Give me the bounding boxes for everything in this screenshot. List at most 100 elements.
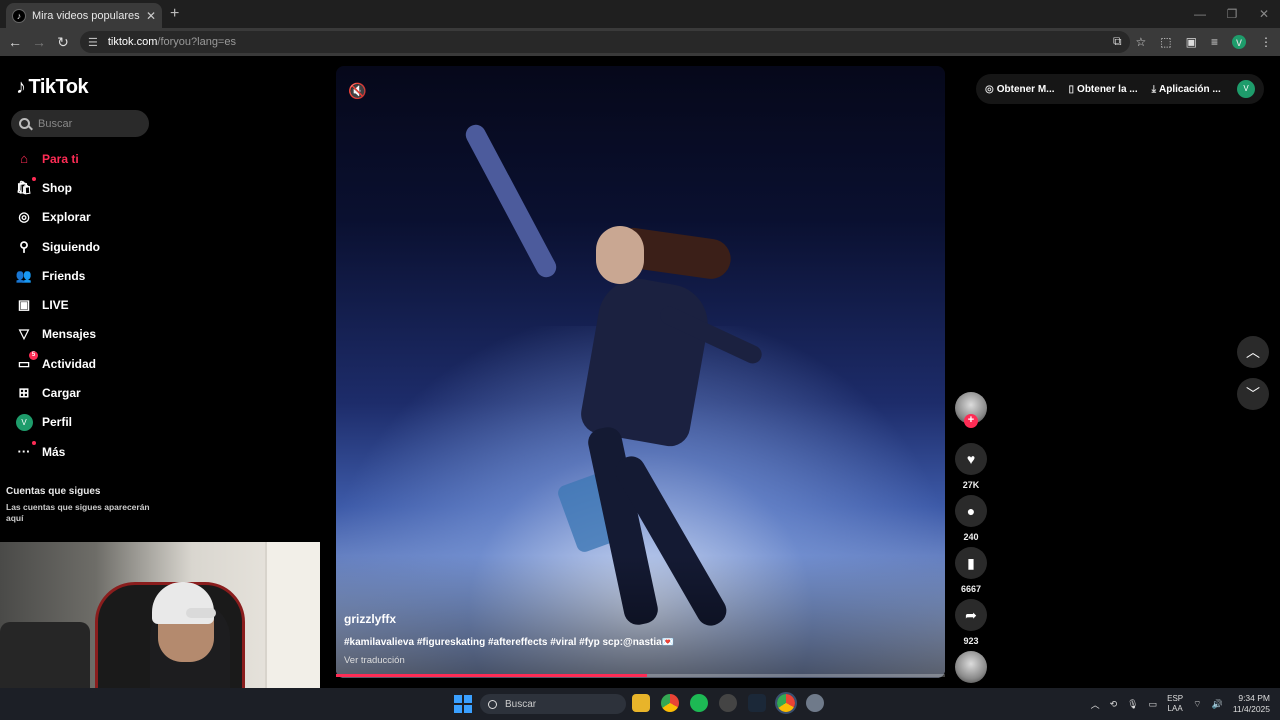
forward-icon[interactable]: →: [31, 34, 47, 50]
comment-icon[interactable]: ●: [955, 495, 987, 527]
microphone-icon[interactable]: 🎙: [1127, 699, 1138, 710]
sidebar-item-actividad[interactable]: ▭ 5 Actividad: [15, 349, 100, 378]
url-bar[interactable]: ☰ tiktok.com /foryou?lang=es: [80, 31, 1130, 53]
search-input[interactable]: [38, 117, 138, 130]
sidebar-item-label: Friends: [42, 268, 86, 283]
webcam-cap-brim: [186, 608, 216, 618]
video-progress-fill: [336, 674, 647, 677]
file-explorer-icon[interactable]: [632, 694, 650, 712]
sidebar-item-live[interactable]: ▣ LIVE: [15, 290, 100, 319]
browser-tab-bar: ♪ Mira videos populares seleccionados ✕ …: [0, 0, 1280, 28]
compass-icon: ◎: [18, 209, 30, 225]
tiktok-logo[interactable]: ♪ TikTok: [16, 76, 89, 99]
back-icon[interactable]: ←: [7, 34, 23, 50]
sidebar-item-explorar[interactable]: ◎ Explorar: [15, 203, 100, 232]
media-icon[interactable]: ≡: [1211, 35, 1218, 49]
video-player[interactable]: [336, 66, 945, 678]
profile-icon: V: [15, 413, 33, 431]
share-arrow-icon[interactable]: ➦: [955, 599, 987, 631]
browser-profile-avatar[interactable]: v: [1232, 34, 1246, 49]
browser-menu-icon[interactable]: ⋮: [1260, 35, 1272, 49]
sidebar-item-perfil[interactable]: V Perfil: [15, 408, 100, 437]
site-settings-icon[interactable]: ☰: [88, 36, 98, 49]
sidepanel-icon[interactable]: ▣: [1186, 35, 1197, 49]
settings-gear-icon[interactable]: [806, 694, 824, 712]
app-icon[interactable]: [719, 694, 737, 712]
video-username[interactable]: grizzlyffx: [344, 612, 396, 626]
new-tab-button[interactable]: +: [170, 5, 179, 23]
sidebar-search[interactable]: [11, 110, 149, 137]
video-bottom-gradient: [336, 66, 945, 678]
taskbar-search[interactable]: Buscar: [480, 694, 626, 714]
sidebar-item-label: Shop: [42, 180, 72, 195]
taskbar-clock[interactable]: 9:34 PM 11/4/2025: [1233, 693, 1270, 715]
notification-dot: [32, 176, 36, 181]
video-description[interactable]: #kamilavalieva #figureskating #aftereffe…: [344, 637, 674, 648]
messages-icon: ▽: [19, 326, 29, 342]
extensions-icon[interactable]: ⬚: [1160, 35, 1171, 49]
browser-toolbar-icons: ⧉ ☆ ⬚ ▣ ≡ v ⋮: [1113, 34, 1272, 49]
url-path: /foryou?lang=es: [157, 36, 236, 48]
sidebar-nav: ⌂ Para ti 🛍 Shop ◎ Explorar ⚲ Siguiendo …: [15, 144, 100, 466]
see-translation-link[interactable]: Ver traducción: [344, 655, 405, 666]
sidebar-item-mas[interactable]: ··· Más: [15, 437, 100, 466]
like-heart-icon[interactable]: ♥: [955, 443, 987, 475]
logo-text: TikTok: [28, 76, 89, 98]
chrome-icon[interactable]: [661, 694, 679, 712]
get-coins-button[interactable]: ◎ Obtener M...: [985, 84, 1055, 95]
taskbar-search-icon: [488, 699, 497, 709]
language-indicator[interactable]: ESP LAA: [1167, 694, 1183, 714]
video-progress-bar[interactable]: [336, 674, 945, 677]
shop-icon: 🛍: [15, 176, 36, 197]
volume-icon[interactable]: 🔊: [1212, 699, 1223, 710]
share-count: 923: [963, 636, 979, 646]
clock-date: 11/4/2025: [1232, 704, 1270, 714]
sidebar-item-label: Más: [42, 444, 66, 459]
chrome-active-icon[interactable]: [775, 692, 797, 714]
home-icon: ⌂: [20, 151, 28, 167]
spotify-icon[interactable]: [690, 694, 708, 712]
browser-tab[interactable]: ♪ Mira videos populares seleccionados ✕: [6, 3, 162, 28]
get-app-label: Obtener la ...: [1077, 83, 1138, 95]
reload-icon[interactable]: ↻: [55, 34, 71, 50]
sidebar-item-siguiendo[interactable]: ⚲ Siguiendo: [15, 232, 100, 261]
chevron-down-icon[interactable]: ﹀: [1237, 378, 1269, 410]
sidebar-item-label: Mensajes: [42, 327, 97, 342]
window-controls: — ❐ ✕: [1184, 0, 1280, 28]
follow-plus-icon[interactable]: +: [964, 414, 978, 428]
sidebar-item-friends[interactable]: 👥 Friends: [15, 261, 100, 290]
get-coins-label: Obtener M...: [996, 83, 1055, 95]
comment-count: 240: [963, 532, 979, 542]
maximize-icon[interactable]: ❐: [1216, 0, 1248, 28]
get-app-button[interactable]: ▯ Obtener la ...: [1069, 84, 1138, 95]
bookmark-icon[interactable]: ▮: [955, 547, 987, 579]
lang-line2: LAA: [1167, 704, 1183, 713]
windows-start-icon[interactable]: [454, 695, 472, 713]
window-close-icon[interactable]: ✕: [1248, 0, 1280, 28]
url-host: tiktok.com: [107, 36, 158, 48]
tray-window-icon[interactable]: ▭: [1149, 699, 1158, 710]
steam-icon[interactable]: [748, 694, 766, 712]
phone-icon: ▯: [1068, 83, 1075, 95]
sidebar-item-label: Para ti: [42, 151, 79, 166]
chevron-up-icon[interactable]: ︿: [1237, 336, 1269, 368]
profile-avatar: V: [15, 413, 33, 431]
tab-title: Mira videos populares seleccionados: [32, 9, 142, 22]
desktop-app-button[interactable]: ⤓ Aplicación ...: [1152, 84, 1221, 95]
wifi-icon[interactable]: ⌔: [1193, 699, 1201, 710]
cast-icon[interactable]: ⧉: [1113, 34, 1122, 49]
tray-sync-icon[interactable]: ⟲: [1110, 699, 1118, 710]
sidebar-item-shop[interactable]: 🛍 Shop: [15, 173, 100, 202]
upload-icon: ⊞: [18, 385, 30, 401]
tab-close-icon[interactable]: ✕: [146, 9, 156, 23]
bookmark-star-icon[interactable]: ☆: [1136, 35, 1147, 49]
tray-chevron-up-icon[interactable]: ︿: [1091, 698, 1100, 711]
minimize-icon[interactable]: —: [1184, 0, 1216, 28]
muted-speaker-icon[interactable]: 🔇: [348, 82, 367, 100]
creator-avatar[interactable]: +: [955, 392, 987, 428]
user-avatar[interactable]: V: [1237, 80, 1255, 98]
music-disc-icon[interactable]: [955, 651, 987, 683]
sidebar-item-para-ti[interactable]: ⌂ Para ti: [15, 144, 100, 173]
sidebar-item-mensajes[interactable]: ▽ Mensajes: [15, 320, 100, 349]
sidebar-item-cargar[interactable]: ⊞ Cargar: [15, 378, 100, 407]
